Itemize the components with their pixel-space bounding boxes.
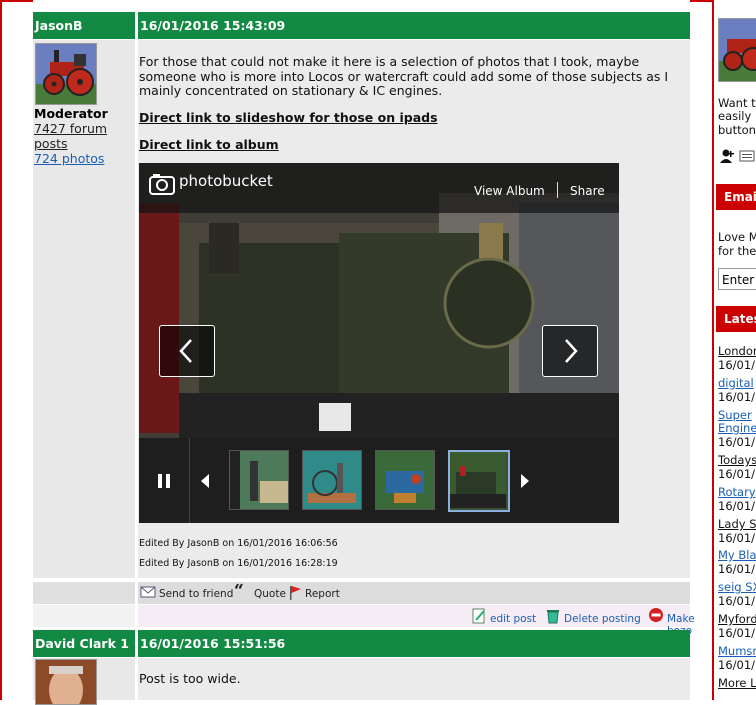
latest-post-date: 16/01/ xyxy=(718,467,756,481)
latest-post-date: 16/01/ xyxy=(718,435,756,449)
right-sidebar: Want t easily button Email Love M for th… xyxy=(712,0,756,700)
thumbnail-selected[interactable] xyxy=(448,450,510,512)
thumbnails-left-icon[interactable] xyxy=(199,473,211,489)
more-latest-link[interactable]: More L xyxy=(718,676,756,690)
post-author-bar: JasonB xyxy=(33,12,135,39)
latest-post-date: 16/01/ xyxy=(718,658,756,672)
latest-post-date: 16/01/ xyxy=(718,390,756,404)
actions-left-spacer xyxy=(33,582,135,604)
promo-text-line: easily xyxy=(718,109,752,123)
moderator-actions-bar: edit post Delete posting Make bozo xyxy=(138,605,695,637)
latest-post-link[interactable]: Todays xyxy=(718,453,756,467)
quote-link[interactable]: Quote xyxy=(254,588,286,600)
latest-post-date: 16/01/ xyxy=(718,358,756,372)
post-message: Post is too wide. xyxy=(139,671,241,686)
strip-divider xyxy=(189,438,190,523)
sidebar-avatar[interactable] xyxy=(718,18,756,82)
slideshow-link[interactable]: Direct link to slideshow for those on ip… xyxy=(139,110,438,125)
engine-thumbnail-image xyxy=(303,451,361,509)
post-date: 16/01/2016 15:43:09 xyxy=(140,18,286,33)
latest-post-date: 16/01/ xyxy=(718,594,756,608)
latest-post-date: 16/01/ xyxy=(718,499,756,513)
post-author-name[interactable]: JasonB xyxy=(33,18,83,33)
view-album-button[interactable]: View Album xyxy=(474,184,545,198)
recycle-bin-icon xyxy=(547,610,559,624)
mod-left-spacer xyxy=(33,605,135,627)
latest-post-link[interactable]: Lady S xyxy=(718,517,756,531)
flag-icon xyxy=(290,586,301,600)
latest-post-link[interactable]: Super xyxy=(718,408,752,422)
latest-post-date: 16/01/ xyxy=(718,531,756,545)
engine-thumbnail-image xyxy=(230,451,288,509)
latest-post-link[interactable]: digital xyxy=(718,376,754,390)
thumbnail[interactable] xyxy=(375,450,435,510)
thumbnails-right-icon[interactable] xyxy=(519,473,531,489)
pause-icon[interactable] xyxy=(157,473,171,489)
latest-post-date: 16/01/ xyxy=(718,562,756,576)
delete-posting-link[interactable]: Delete posting xyxy=(564,613,641,625)
author-panel xyxy=(33,658,135,705)
avatar[interactable] xyxy=(35,43,97,105)
post-date-bar: 16/01/2016 15:51:56 xyxy=(138,630,690,657)
camera-icon xyxy=(149,174,175,195)
latest-post-link[interactable]: London xyxy=(718,344,756,358)
email-text-line: Love M xyxy=(718,230,756,244)
album-link[interactable]: Direct link to album xyxy=(139,137,279,152)
author-panel: Moderator 7427 forum posts 724 photos xyxy=(33,40,135,578)
latest-post-link[interactable]: Myford xyxy=(718,612,756,626)
traction-engine-avatar-image xyxy=(719,19,756,81)
engine-thumbnail-image xyxy=(376,451,434,509)
latest-posts-header: Lates xyxy=(716,306,756,332)
post-message: For those that could not make it here is… xyxy=(139,54,669,98)
viewer-header: photobucket View Album Share xyxy=(139,163,619,213)
email-text-line: for the xyxy=(718,244,756,258)
latest-post-link[interactable]: Mumsn xyxy=(718,644,756,658)
post-author-bar: David Clark 1 xyxy=(33,630,135,657)
thumbnail[interactable] xyxy=(229,450,289,510)
forum-posts-link[interactable]: 7427 forum posts xyxy=(34,121,134,151)
avatar[interactable] xyxy=(35,659,97,705)
locomotive-thumbnail-image xyxy=(450,452,506,508)
post-date: 16/01/2016 15:51:56 xyxy=(140,636,286,651)
latest-post-link[interactable]: My Bla xyxy=(718,548,756,562)
edited-note-1: Edited By JasonB on 16/01/2016 16:06:56 xyxy=(139,538,338,549)
send-to-friend-link[interactable]: Send to friend xyxy=(159,588,233,600)
edited-note-2: Edited By JasonB on 16/01/2016 16:28:19 xyxy=(139,558,338,569)
chevron-right-icon xyxy=(565,339,578,363)
no-entry-icon xyxy=(649,608,663,622)
latest-post-link[interactable]: Rotary xyxy=(718,485,756,499)
chevron-left-icon xyxy=(179,339,192,363)
add-friend-icon[interactable] xyxy=(718,148,756,164)
header-divider xyxy=(557,182,558,198)
quote-icon: “ xyxy=(234,581,244,601)
photobucket-slideshow[interactable]: photobucket View Album Share xyxy=(139,163,619,523)
window-frame-left xyxy=(0,0,2,700)
previous-photo-button[interactable] xyxy=(159,325,215,377)
envelope-icon xyxy=(140,586,156,598)
traction-engine-avatar-image xyxy=(36,44,96,104)
latest-post-date: 16/01/ xyxy=(718,626,756,640)
report-link[interactable]: Report xyxy=(305,588,340,600)
latest-post-link[interactable]: seig SX xyxy=(718,580,756,594)
photos-link[interactable]: 724 photos xyxy=(34,151,104,166)
share-button[interactable]: Share xyxy=(570,184,605,198)
post-actions-bar: Send to friend “ Quote Report xyxy=(138,581,690,604)
latest-post-link[interactable]: Engine xyxy=(718,421,756,435)
edit-post-link[interactable]: edit post xyxy=(490,613,536,625)
thumbnail-strip xyxy=(139,438,619,523)
promo-text-line: Want t xyxy=(718,96,756,110)
photobucket-logo: photobucket xyxy=(179,172,273,190)
edit-icon xyxy=(472,608,485,624)
promo-text-line: button xyxy=(718,123,756,137)
author-role: Moderator xyxy=(34,106,108,121)
post-body: Post is too wide. xyxy=(138,658,690,700)
post-date-bar: 16/01/2016 15:43:09 xyxy=(138,12,690,39)
thumbnail[interactable] xyxy=(302,450,362,510)
next-photo-button[interactable] xyxy=(542,325,598,377)
portrait-avatar-image xyxy=(36,660,96,704)
email-newsletter-header: Email xyxy=(716,184,756,210)
post-author-name[interactable]: David Clark 1 xyxy=(33,636,129,651)
email-input[interactable]: Enter xyxy=(718,268,756,290)
